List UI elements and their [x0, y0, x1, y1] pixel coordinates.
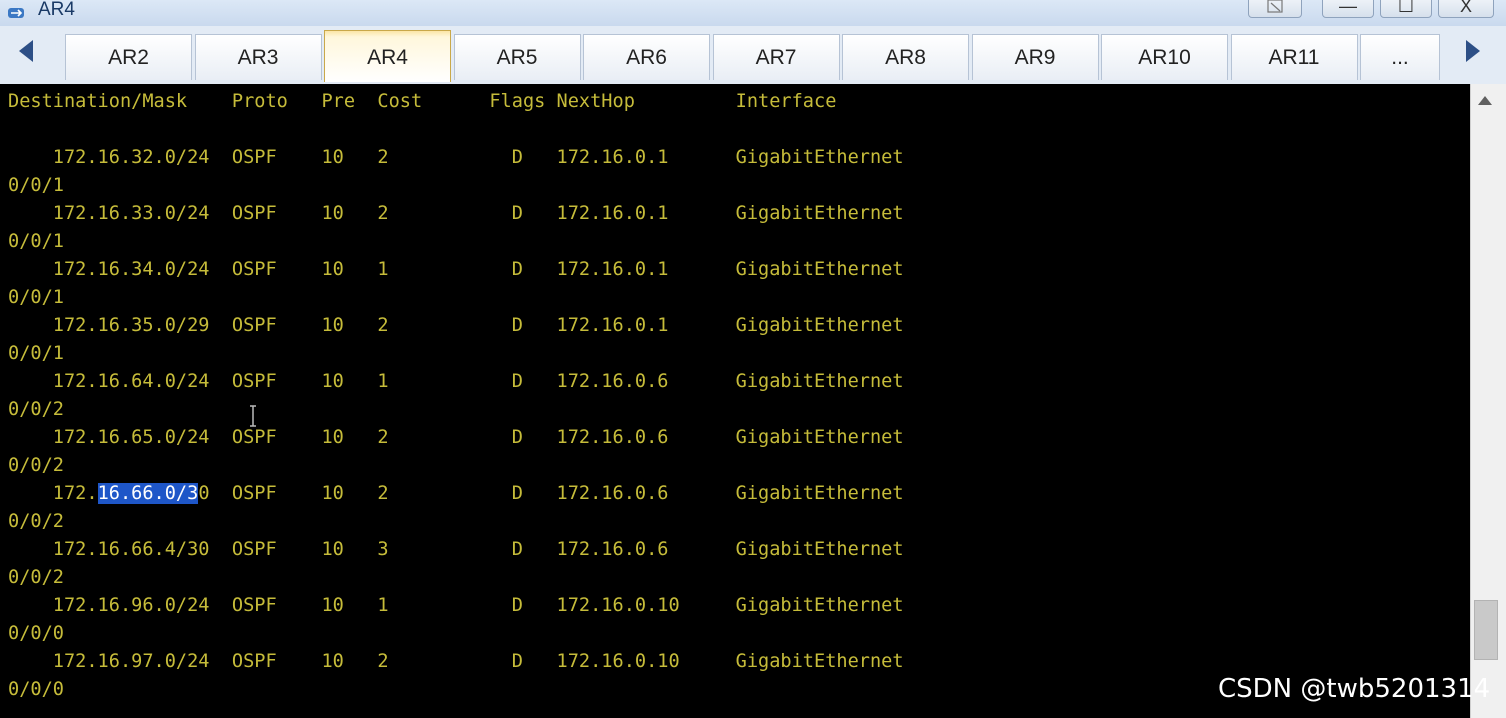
minimize-icon: —: [1339, 0, 1357, 16]
route-row: 172.16.64.0/24 OSPF 10 1 D 172.16.0.6 Gi…: [8, 371, 904, 392]
route-row: 172.16.34.0/24 OSPF 10 1 D 172.16.0.1 Gi…: [8, 259, 904, 280]
route-interface-suffix: 0/0/2: [8, 399, 64, 420]
tab-ar6[interactable]: AR6: [583, 34, 710, 80]
tab-ar10[interactable]: AR10: [1101, 34, 1228, 80]
minimize-button[interactable]: —: [1322, 0, 1374, 18]
scroll-tabs-right-icon[interactable]: [1466, 40, 1480, 62]
scrollbar-thumb[interactable]: [1474, 600, 1498, 660]
window-title: AR4: [38, 0, 75, 20]
tab-ar7[interactable]: AR7: [712, 34, 840, 80]
route-row: 172.16.33.0/24 OSPF 10 2 D 172.16.0.1 Gi…: [8, 203, 904, 224]
tab-ar2[interactable]: AR2: [65, 34, 192, 80]
route-row-selected: 172.16.66.0/30 OSPF 10 2 D 172.16.0.6 Gi…: [8, 480, 904, 508]
tab-ar9[interactable]: AR9: [971, 34, 1099, 80]
close-icon: X: [1459, 0, 1472, 16]
route-interface-suffix: 0/0/2: [8, 455, 64, 476]
close-button[interactable]: X: [1438, 0, 1494, 18]
router-app-icon: [8, 8, 24, 18]
scroll-up-icon[interactable]: [1478, 96, 1492, 105]
route-interface-suffix: 0/0/0: [8, 679, 64, 700]
route-row: 172.16.97.0/24 OSPF 10 2 D 172.16.0.10 G…: [8, 651, 904, 672]
routing-table-header: Destination/Mask Proto Pre Cost Flags Ne…: [8, 91, 837, 112]
maximize-button[interactable]: ☐: [1380, 0, 1432, 18]
route-row: 172.16.65.0/24 OSPF 10 2 D 172.16.0.6 Gi…: [8, 427, 904, 448]
console-terminal[interactable]: Destination/Mask Proto Pre Cost Flags Ne…: [0, 84, 1470, 718]
selected-before-text: 172.: [8, 483, 98, 504]
tab-ar5[interactable]: AR5: [453, 34, 581, 80]
tab-ar4[interactable]: AR4: [324, 30, 451, 82]
route-interface-suffix: 0/0/0: [8, 623, 64, 644]
route-interface-suffix: 0/0/1: [8, 287, 64, 308]
route-row: 172.16.35.0/29 OSPF 10 2 D 172.16.0.1 Gi…: [8, 315, 904, 336]
selected-after-text: 0 OSPF 10 2 D 172.16.0.6 GigabitEthernet: [198, 483, 904, 504]
route-interface-suffix: 0/0/1: [8, 231, 64, 252]
restore-button[interactable]: [1248, 0, 1302, 18]
scroll-tabs-left-icon[interactable]: [19, 40, 33, 62]
tab-ar11[interactable]: AR11: [1230, 34, 1358, 80]
tab-ar3[interactable]: AR3: [194, 34, 322, 80]
route-interface-suffix: 0/0/2: [8, 511, 64, 532]
route-interface-suffix: 0/0/1: [8, 175, 64, 196]
route-interface-suffix: 0/0/2: [8, 567, 64, 588]
title-bar: AR4 — ☐ X: [0, 0, 1506, 26]
route-row: 172.16.32.0/24 OSPF 10 2 D 172.16.0.1 Gi…: [8, 147, 904, 168]
text-cursor-icon: [250, 405, 256, 427]
route-interface-suffix: 0/0/1: [8, 343, 64, 364]
route-row: 172.16.96.0/24 OSPF 10 1 D 172.16.0.10 G…: [8, 595, 904, 616]
tab-ar8[interactable]: AR8: [842, 34, 969, 80]
route-row: 172.16.66.4/30 OSPF 10 3 D 172.16.0.6 Gi…: [8, 539, 904, 560]
tab-more[interactable]: ...: [1360, 34, 1440, 80]
watermark-text: CSDN @twb5201314: [1218, 674, 1491, 704]
maximize-icon: ☐: [1397, 0, 1415, 16]
restore-icon: [1267, 0, 1283, 13]
selected-selection-text: 16.66.0/3: [97, 483, 199, 504]
